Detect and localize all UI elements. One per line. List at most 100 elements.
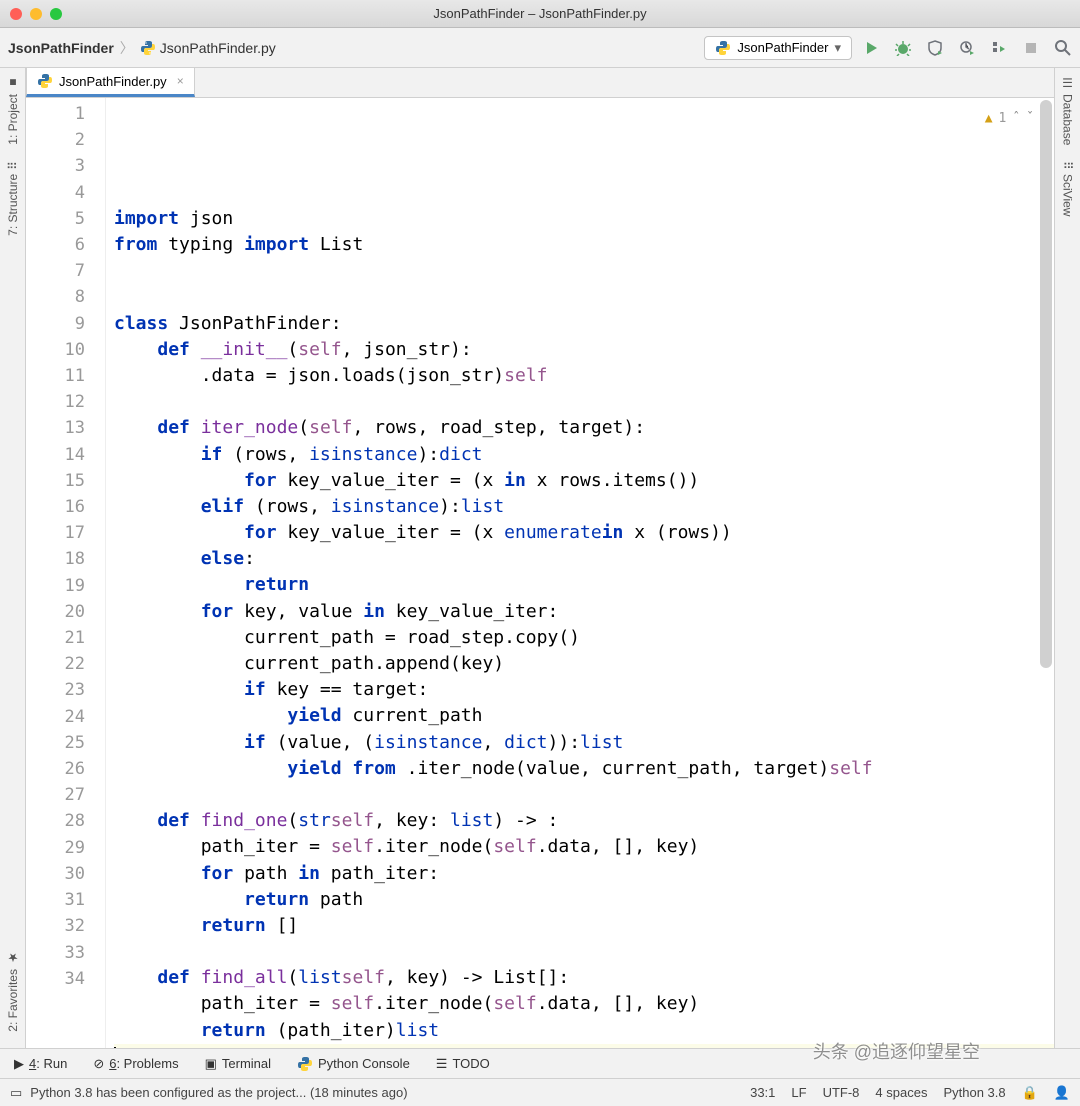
- line-number[interactable]: 9: [26, 311, 85, 337]
- line-number[interactable]: 17: [26, 520, 85, 546]
- code-line[interactable]: .data = json.loads(json_str)self: [114, 363, 1054, 389]
- line-number[interactable]: 24: [26, 704, 85, 730]
- code-line[interactable]: import json: [114, 206, 1054, 232]
- lock-icon[interactable]: 🔒: [1022, 1085, 1038, 1101]
- editor-body[interactable]: 1234567891011121314151617181920212223242…: [26, 98, 1054, 1048]
- chevron-up-icon[interactable]: ˆ: [1012, 106, 1020, 132]
- code-line[interactable]: from typing import List: [114, 232, 1054, 258]
- line-number[interactable]: 31: [26, 887, 85, 913]
- code-line[interactable]: return (path_iter)list: [114, 1018, 1054, 1044]
- code-line[interactable]: for key, value in key_value_iter:: [114, 599, 1054, 625]
- line-number[interactable]: 25: [26, 730, 85, 756]
- minimize-window-button[interactable]: [30, 8, 42, 20]
- code-line[interactable]: current_path = road_step.copy(): [114, 625, 1054, 651]
- code-editor[interactable]: ▲ 1 ˆ ˇ import jsonfrom typing import Li…: [106, 98, 1054, 1048]
- line-number[interactable]: 11: [26, 363, 85, 389]
- line-number[interactable]: 19: [26, 573, 85, 599]
- line-number[interactable]: 23: [26, 677, 85, 703]
- code-line[interactable]: if (rows, isinstance):dict: [114, 442, 1054, 468]
- sciview-tool-button[interactable]: ⠿ SciView: [1061, 161, 1075, 216]
- code-line[interactable]: if (value, (isinstance, dict)):list: [114, 730, 1054, 756]
- interpreter[interactable]: Python 3.8: [943, 1085, 1005, 1100]
- code-line[interactable]: [114, 258, 1054, 284]
- stop-button[interactable]: [1022, 39, 1040, 57]
- database-tool-button[interactable]: ☰ Database: [1061, 76, 1075, 145]
- line-number[interactable]: 12: [26, 389, 85, 415]
- line-number-gutter[interactable]: 1234567891011121314151617181920212223242…: [26, 98, 106, 1048]
- line-number[interactable]: 29: [26, 835, 85, 861]
- file-encoding[interactable]: UTF-8: [823, 1085, 860, 1100]
- line-number[interactable]: 30: [26, 861, 85, 887]
- code-line[interactable]: path_iter = self.iter_node(self.data, []…: [114, 834, 1054, 860]
- hector-icon[interactable]: 👤: [1054, 1085, 1070, 1101]
- terminal-tool-button[interactable]: ▣ Terminal: [205, 1056, 271, 1072]
- line-number[interactable]: 1: [26, 101, 85, 127]
- event-log-icon[interactable]: ▭: [10, 1085, 22, 1101]
- inspection-badge[interactable]: ▲ 1 ˆ ˇ: [985, 106, 1034, 132]
- run-button[interactable]: [862, 39, 880, 57]
- line-number[interactable]: 15: [26, 468, 85, 494]
- structure-tool-button[interactable]: 7: Structure ⠿: [6, 161, 20, 236]
- maximize-window-button[interactable]: [50, 8, 62, 20]
- line-number[interactable]: 8: [26, 284, 85, 310]
- line-number[interactable]: 6: [26, 232, 85, 258]
- line-number[interactable]: 18: [26, 546, 85, 572]
- line-number[interactable]: 27: [26, 782, 85, 808]
- chevron-down-icon[interactable]: ˇ: [1026, 106, 1034, 132]
- profile-button[interactable]: [958, 39, 976, 57]
- code-line[interactable]: for key_value_iter = (x enumeratein x (r…: [114, 520, 1054, 546]
- project-tool-button[interactable]: 1: Project ■: [6, 76, 20, 145]
- code-line[interactable]: for key_value_iter = (x in x rows.items(…: [114, 468, 1054, 494]
- close-tab-icon[interactable]: ×: [177, 74, 184, 88]
- line-separator[interactable]: LF: [791, 1085, 806, 1100]
- code-line[interactable]: [114, 1044, 1054, 1048]
- code-line[interactable]: return []: [114, 913, 1054, 939]
- scrollbar-thumb[interactable]: [1040, 100, 1052, 668]
- code-line[interactable]: [114, 284, 1054, 310]
- code-line[interactable]: yield from .iter_node(value, current_pat…: [114, 756, 1054, 782]
- indent-setting[interactable]: 4 spaces: [875, 1085, 927, 1100]
- line-number[interactable]: 21: [26, 625, 85, 651]
- code-line[interactable]: else:: [114, 546, 1054, 572]
- line-number[interactable]: 10: [26, 337, 85, 363]
- line-number[interactable]: 32: [26, 913, 85, 939]
- breadcrumb[interactable]: JsonPathFinder 〉 JsonPathFinder.py: [8, 38, 276, 58]
- search-everywhere-button[interactable]: [1054, 39, 1072, 57]
- line-number[interactable]: 3: [26, 153, 85, 179]
- debug-button[interactable]: [894, 39, 912, 57]
- run-tool-button[interactable]: ▶ 4: Run: [14, 1056, 67, 1072]
- line-number[interactable]: 16: [26, 494, 85, 520]
- breadcrumb-file[interactable]: JsonPathFinder.py: [140, 40, 276, 56]
- problems-tool-button[interactable]: ⊘ 6: Problems: [93, 1056, 178, 1072]
- favorites-tool-button[interactable]: 2: Favorites ★: [6, 951, 20, 1032]
- line-number[interactable]: 13: [26, 415, 85, 441]
- code-line[interactable]: path_iter = self.iter_node(self.data, []…: [114, 991, 1054, 1017]
- code-line[interactable]: yield current_path: [114, 703, 1054, 729]
- run-configuration-selector[interactable]: JsonPathFinder ▾: [704, 36, 852, 60]
- code-line[interactable]: for path in path_iter:: [114, 861, 1054, 887]
- line-number[interactable]: 5: [26, 206, 85, 232]
- editor-tab[interactable]: JsonPathFinder.py ×: [26, 68, 195, 97]
- code-line[interactable]: [114, 939, 1054, 965]
- close-window-button[interactable]: [10, 8, 22, 20]
- vertical-scrollbar[interactable]: [1040, 100, 1052, 1046]
- status-message[interactable]: Python 3.8 has been configured as the pr…: [30, 1085, 407, 1100]
- line-number[interactable]: 34: [26, 966, 85, 992]
- attach-button[interactable]: [990, 39, 1008, 57]
- code-line[interactable]: current_path.append(key): [114, 651, 1054, 677]
- code-line[interactable]: return path: [114, 887, 1054, 913]
- cursor-position[interactable]: 33:1: [750, 1085, 775, 1100]
- line-number[interactable]: 22: [26, 651, 85, 677]
- code-line[interactable]: def __init__(self, json_str):: [114, 337, 1054, 363]
- line-number[interactable]: 2: [26, 127, 85, 153]
- line-number[interactable]: 7: [26, 258, 85, 284]
- line-number[interactable]: 20: [26, 599, 85, 625]
- code-line[interactable]: elif (rows, isinstance):list: [114, 494, 1054, 520]
- code-line[interactable]: return: [114, 572, 1054, 598]
- code-line[interactable]: def find_one(strself, key: list) -> :: [114, 808, 1054, 834]
- code-line[interactable]: def find_all(listself, key) -> List[]:: [114, 965, 1054, 991]
- code-line[interactable]: class JsonPathFinder:: [114, 311, 1054, 337]
- breadcrumb-project[interactable]: JsonPathFinder: [8, 40, 114, 56]
- python-console-tool-button[interactable]: Python Console: [297, 1056, 410, 1072]
- todo-tool-button[interactable]: ☰ TODO: [436, 1056, 490, 1072]
